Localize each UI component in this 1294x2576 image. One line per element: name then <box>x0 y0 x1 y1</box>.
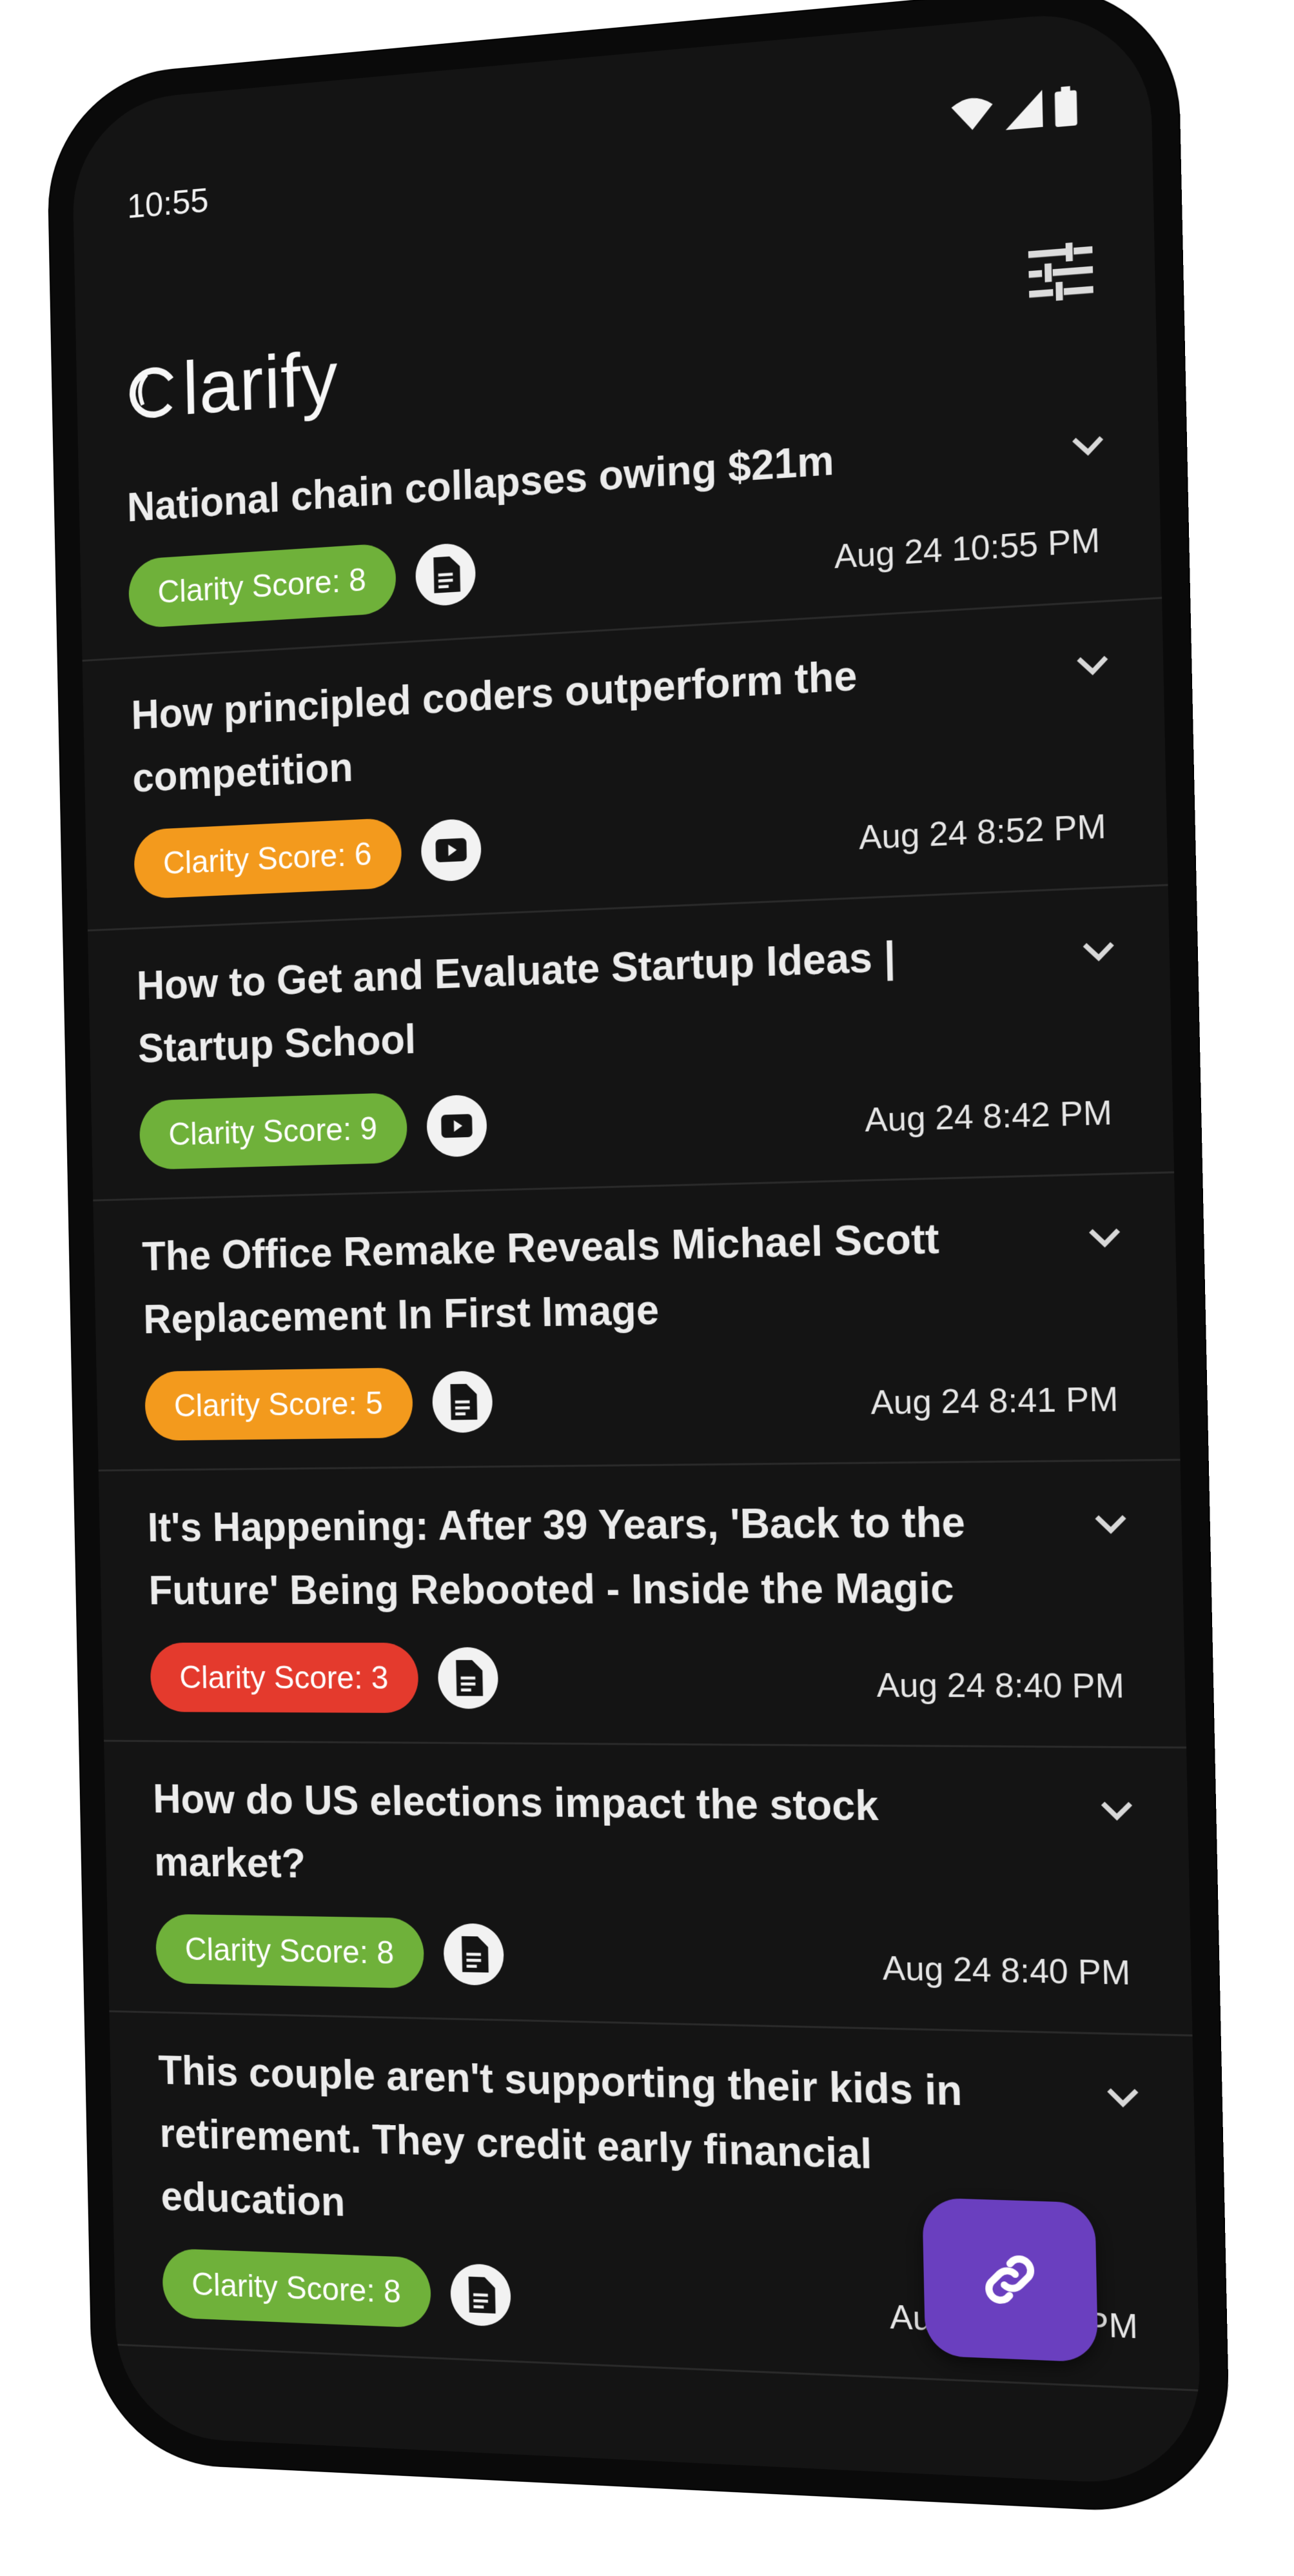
article-card[interactable]: How to Get and Evaluate Startup Ideas | … <box>88 886 1175 1202</box>
article-title: The Office Remake Reveals Michael Scott … <box>141 1214 940 1342</box>
article-meta-row: Clarity Score: 3 Aug 24 8:40 PM <box>150 1640 1124 1719</box>
clarity-score-badge: Clarity Score: 9 <box>139 1092 408 1170</box>
device-stage: 10:55 larify National chain collapses ow… <box>5 0 1294 2576</box>
video-icon <box>420 818 482 882</box>
article-feed: National chain collapses owing $21m Clari… <box>78 378 1201 2392</box>
article-date: Aug 24 8:40 PM <box>882 1949 1131 1993</box>
article-card[interactable]: The Office Remake Reveals Michael Scott … <box>93 1173 1181 1472</box>
clarity-score-badge: Clarity Score: 5 <box>144 1367 413 1441</box>
chevron-down-icon[interactable] <box>1099 2074 1147 2122</box>
app-screen: 10:55 larify National chain collapses ow… <box>71 6 1202 2488</box>
video-icon <box>426 1094 487 1158</box>
clarity-score-badge: Clarity Score: 3 <box>150 1642 419 1714</box>
article-date: Aug 24 8:52 PM <box>858 807 1107 857</box>
status-icons <box>950 86 1077 136</box>
document-icon <box>443 1923 504 1986</box>
clarity-score-badge: Clarity Score: 8 <box>162 2248 431 2328</box>
clarity-score-badge: Clarity Score: 6 <box>133 817 402 900</box>
battery-icon <box>1054 86 1077 128</box>
article-date: Aug 24 8:40 PM <box>876 1666 1125 1706</box>
document-icon <box>415 542 476 608</box>
chevron-down-icon[interactable] <box>1068 642 1116 691</box>
article-title: This couple aren't supporting their kids… <box>158 2047 963 2225</box>
article-meta-row: Clarity Score: 9 Aug 24 8:42 PM <box>139 1067 1113 1173</box>
cellular-signal-icon <box>1005 90 1043 130</box>
logo-c-icon <box>124 361 181 422</box>
article-date: Aug 24 10:55 PM <box>834 521 1101 577</box>
app-logo: larify <box>124 335 339 437</box>
article-meta-row: Clarity Score: 8 Aug 24 8:40 PM <box>155 1910 1131 2006</box>
article-title: It's Happening: After 39 Years, 'Back to… <box>147 1498 966 1614</box>
article-meta-row: Clarity Score: 5 Aug 24 8:41 PM <box>144 1353 1119 1444</box>
article-title: How principled coders outperform the com… <box>130 651 858 801</box>
article-title: How do US elections impact the stock mar… <box>152 1776 879 1887</box>
article-card[interactable]: How do US elections impact the stock mar… <box>104 1741 1193 2037</box>
status-time: 10:55 <box>126 181 210 226</box>
add-link-button[interactable] <box>922 2197 1099 2363</box>
filter-button[interactable] <box>1020 230 1102 315</box>
wifi-icon <box>951 96 994 132</box>
clarity-score-badge: Clarity Score: 8 <box>155 1914 425 1989</box>
clarity-score-badge: Clarity Score: 8 <box>128 542 397 629</box>
chevron-down-icon[interactable] <box>1064 422 1112 471</box>
chevron-down-icon[interactable] <box>1081 1214 1128 1262</box>
article-date: Aug 24 8:42 PM <box>864 1093 1113 1140</box>
logo-text: larify <box>181 335 339 431</box>
document-icon <box>449 2263 511 2327</box>
link-icon <box>976 2245 1044 2313</box>
article-card[interactable]: It's Happening: After 39 Years, 'Back to… <box>98 1460 1187 1749</box>
article-date: Aug 24 8:41 PM <box>870 1380 1119 1422</box>
tune-icon <box>1028 242 1093 301</box>
chevron-down-icon[interactable] <box>1075 928 1122 976</box>
chevron-down-icon[interactable] <box>1087 1501 1135 1549</box>
phone-frame: 10:55 larify National chain collapses ow… <box>46 0 1230 2515</box>
article-title: How to Get and Evaluate Startup Ideas | … <box>136 933 896 1072</box>
document-icon <box>431 1371 493 1433</box>
document-icon <box>437 1647 499 1709</box>
chevron-down-icon[interactable] <box>1093 1788 1141 1835</box>
